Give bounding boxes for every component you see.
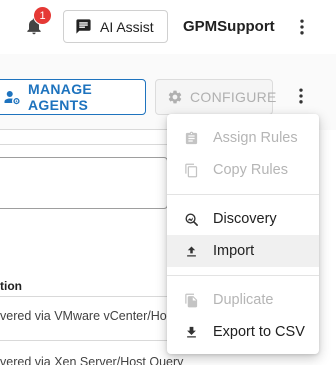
- menu-item-label: Export to CSV: [213, 324, 305, 340]
- menu-item-label: Copy Rules: [213, 162, 288, 178]
- download-icon: [187, 326, 196, 337]
- actions-menu: Assign Rules Copy Rules Discovery Import: [167, 114, 319, 354]
- configure-label: CONFIGURE: [190, 89, 277, 105]
- manage-agents-button[interactable]: MANAGE AGENTS: [0, 79, 146, 115]
- table-cell: vered via VMware vCenter/Host: [0, 309, 177, 323]
- ai-assist-button[interactable]: AI Assist: [63, 10, 168, 43]
- page: 1 AI Assist GPMSupport MANAGE AGENTS CON…: [0, 0, 336, 365]
- discovery-icon: [185, 213, 198, 226]
- divider: [0, 340, 170, 341]
- manage-accounts-icon: [4, 91, 20, 105]
- table-cell: vered via Xen Server/Host Query: [0, 355, 184, 365]
- divider: [0, 296, 170, 297]
- text-field[interactable]: [0, 157, 168, 209]
- clipboard-icon: [185, 131, 198, 144]
- more-vert-icon[interactable]: [292, 17, 312, 37]
- more-vert-icon[interactable]: [291, 86, 311, 106]
- menu-item-label: Import: [213, 243, 255, 259]
- notification-badge: 1: [33, 6, 52, 25]
- menu-item-label: Duplicate: [213, 292, 274, 308]
- column-header[interactable]: tion: [0, 279, 22, 293]
- menu-item-duplicate[interactable]: Duplicate: [167, 284, 319, 316]
- manage-agents-label: MANAGE AGENTS: [28, 81, 93, 113]
- menu-item-copy-rules[interactable]: Copy Rules: [167, 154, 319, 186]
- chat-icon: [76, 19, 91, 34]
- menu-divider: [167, 194, 319, 195]
- org-name[interactable]: GPMSupport: [183, 18, 275, 35]
- menu-item-import[interactable]: Import: [167, 235, 319, 267]
- menu-divider: [167, 275, 319, 276]
- divider: [0, 144, 170, 145]
- upload-icon: [187, 246, 196, 256]
- gear-icon: [168, 90, 182, 104]
- ai-assist-label: AI Assist: [100, 18, 154, 35]
- configure-button[interactable]: CONFIGURE: [155, 79, 276, 115]
- top-header: 1 AI Assist GPMSupport: [0, 0, 336, 54]
- menu-item-export-csv[interactable]: Export to CSV: [167, 316, 319, 348]
- copy-icon: [185, 163, 198, 177]
- menu-item-assign-rules[interactable]: Assign Rules: [167, 122, 319, 154]
- duplicate-icon: [185, 293, 198, 307]
- divider: [0, 129, 170, 130]
- menu-item-label: Assign Rules: [213, 130, 298, 146]
- menu-item-label: Discovery: [213, 211, 277, 227]
- menu-item-discovery[interactable]: Discovery: [167, 203, 319, 235]
